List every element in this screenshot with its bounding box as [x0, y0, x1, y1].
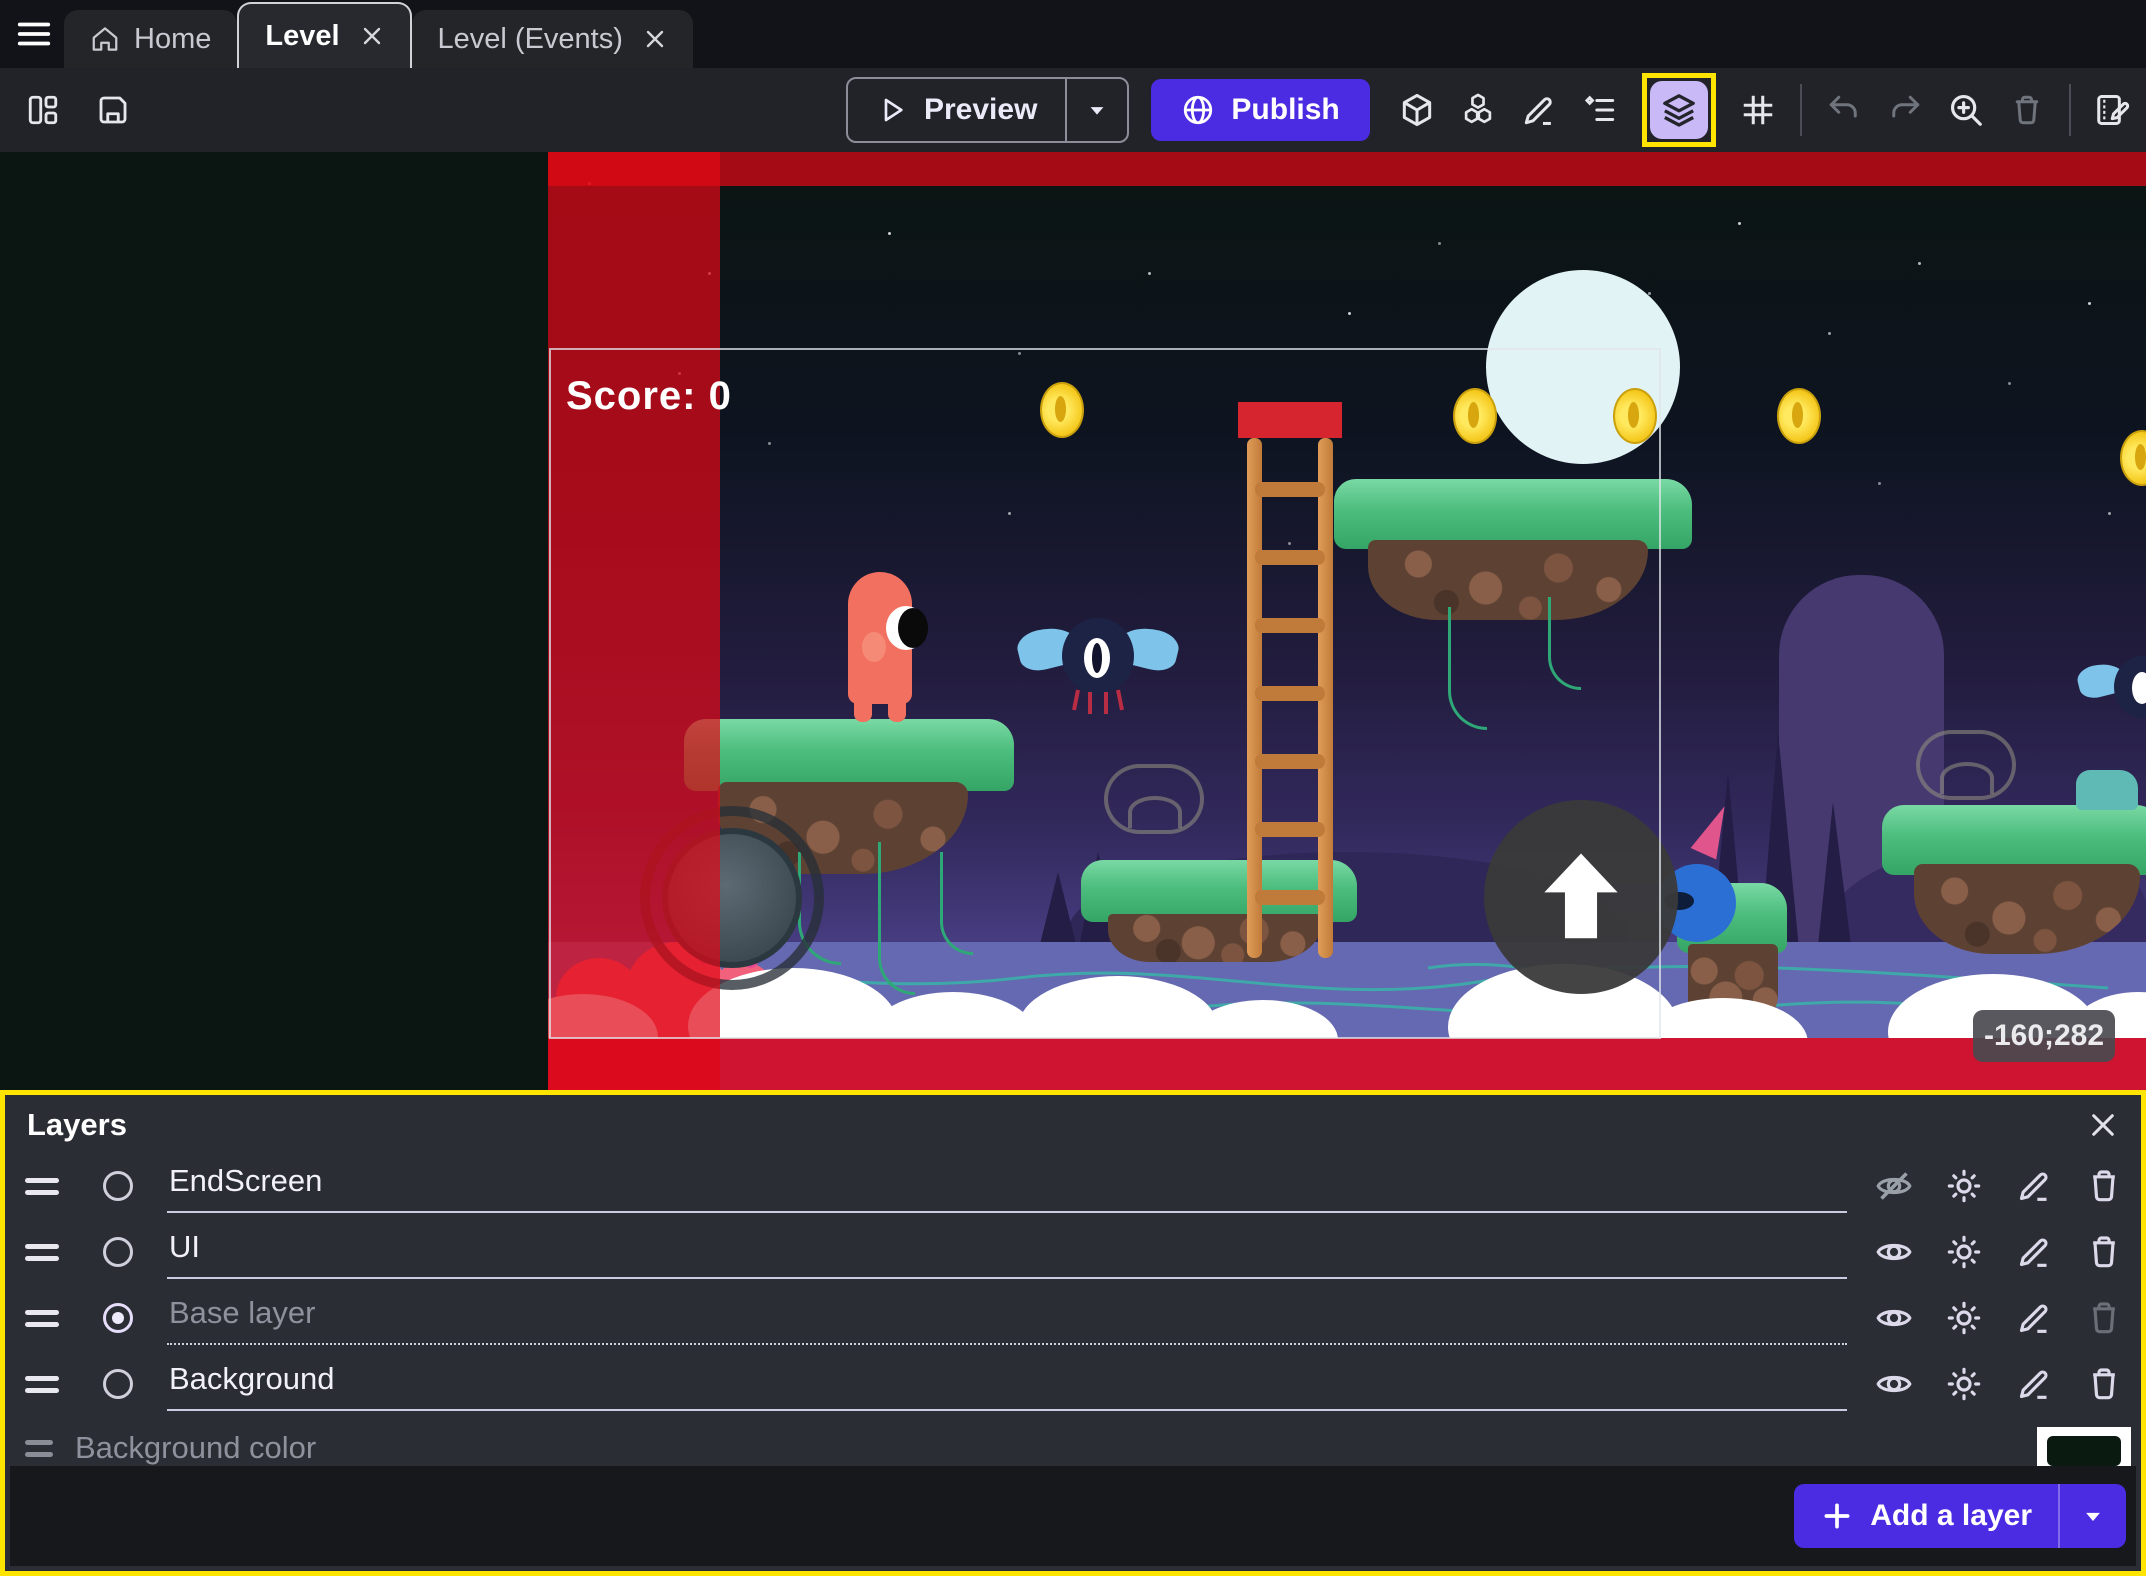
layer-edit-icon[interactable]	[2011, 1295, 2057, 1341]
app-window: Home Level Level (Events)	[0, 0, 2146, 1576]
layer-edit-icon[interactable]	[2011, 1163, 2057, 1209]
layer-lighting-icon[interactable]	[1941, 1229, 1987, 1275]
layer-delete-icon[interactable]	[2081, 1229, 2127, 1275]
layer-lighting-icon[interactable]	[1941, 1295, 1987, 1341]
tab-home[interactable]: Home	[64, 10, 237, 68]
toolbar-divider	[2069, 84, 2071, 136]
add-layer-button-label: Add a layer	[1870, 1499, 2032, 1533]
edit-scene-events-icon[interactable]	[2094, 91, 2132, 129]
layer-row-base-layer: Base layer	[5, 1285, 2141, 1351]
undo-icon[interactable]	[1825, 91, 1863, 129]
grid-icon[interactable]	[1739, 91, 1777, 129]
preview-dropdown-button[interactable]	[1067, 96, 1127, 124]
tab-level-label: Level	[265, 20, 339, 53]
preview-button-label: Preview	[924, 93, 1037, 127]
bat-enemy-sprite[interactable]	[2078, 652, 2146, 742]
properties-pencil-icon[interactable]	[1520, 91, 1558, 129]
layers-panel-highlight-box	[1642, 73, 1716, 147]
layer-select-radio[interactable]	[103, 1369, 133, 1399]
delete-icon[interactable]	[2008, 91, 2046, 129]
layer-select-radio-selected[interactable]	[103, 1303, 133, 1333]
lava-strip-bottom[interactable]	[548, 1038, 2146, 1090]
editor-toolbar: Preview Publish	[0, 68, 2146, 152]
layer-visibility-icon[interactable]	[1871, 1361, 1917, 1407]
layers-panel-footer: Add a layer	[10, 1466, 2136, 1566]
tab-level-events-close-icon[interactable]	[643, 27, 667, 51]
coin-sprite[interactable]	[2120, 430, 2146, 486]
layer-edit-icon[interactable]	[2011, 1229, 2057, 1275]
teal-rocks	[2076, 770, 2138, 810]
layer-name-field[interactable]: EndScreen	[167, 1159, 1847, 1213]
home-icon	[90, 24, 120, 54]
layer-name-field[interactable]: Background	[167, 1357, 1847, 1411]
layers-panel-close-icon[interactable]	[2087, 1109, 2119, 1141]
cursor-coordinates-badge: -160;282	[1973, 1010, 2115, 1062]
layer-delete-icon[interactable]	[2081, 1163, 2127, 1209]
objects-panel-icon[interactable]	[1398, 91, 1436, 129]
coin-sprite[interactable]	[1777, 388, 1821, 444]
layer-drag-handle[interactable]	[25, 1376, 59, 1393]
tab-level-events[interactable]: Level (Events)	[412, 10, 693, 68]
preview-button[interactable]: Preview	[846, 77, 1129, 143]
layer-drag-handle[interactable]	[25, 1244, 59, 1261]
publish-button-label: Publish	[1231, 93, 1339, 127]
layer-edit-icon[interactable]	[2011, 1361, 2057, 1407]
layer-lighting-icon[interactable]	[1941, 1163, 1987, 1209]
add-layer-button[interactable]: Add a layer	[1794, 1484, 2126, 1548]
plus-icon	[1820, 1499, 1854, 1533]
background-color-label: Background color	[75, 1430, 316, 1466]
layer-drag-handle[interactable]	[25, 1178, 59, 1195]
layer-name-field[interactable]: Base layer	[167, 1291, 1847, 1345]
layer-delete-icon[interactable]	[2081, 1361, 2127, 1407]
scene-canvas[interactable]: Score: 0 -160;282	[0, 152, 2146, 1090]
toggle-panels-icon[interactable]	[24, 91, 62, 129]
redo-icon[interactable]	[1886, 91, 1924, 129]
hamburger-menu-button[interactable]	[12, 14, 56, 54]
eye-decoration[interactable]	[1916, 730, 2016, 800]
editor-void-area	[0, 152, 548, 1090]
background-color-drag-handle	[25, 1440, 53, 1457]
layer-drag-handle[interactable]	[25, 1310, 59, 1327]
layer-lighting-icon[interactable]	[1941, 1361, 1987, 1407]
toolbar-divider	[1800, 84, 1802, 136]
tab-level[interactable]: Level	[237, 2, 411, 68]
layer-delete-icon-disabled	[2081, 1295, 2127, 1341]
instances-list-icon[interactable]	[1459, 91, 1497, 129]
instances-options-icon[interactable]	[1581, 91, 1619, 129]
layer-row-background: Background	[5, 1351, 2141, 1417]
layer-select-radio[interactable]	[103, 1237, 133, 1267]
layers-panel-icon[interactable]	[1650, 81, 1708, 139]
tab-bar: Home Level Level (Events)	[0, 0, 2146, 68]
layer-select-radio[interactable]	[103, 1171, 133, 1201]
layer-row-endscreen: EndScreen	[5, 1153, 2141, 1219]
tab-level-close-icon[interactable]	[360, 24, 384, 48]
layer-visibility-icon[interactable]	[1871, 1229, 1917, 1275]
layer-visibility-off-icon[interactable]	[1871, 1163, 1917, 1209]
save-icon[interactable]	[94, 91, 132, 129]
out-of-bounds-overlay-top	[548, 152, 2146, 186]
tab-level-events-label: Level (Events)	[438, 23, 623, 56]
play-icon	[876, 94, 908, 126]
layer-visibility-icon[interactable]	[1871, 1295, 1917, 1341]
publish-button[interactable]: Publish	[1151, 79, 1369, 141]
zoom-in-icon[interactable]	[1947, 91, 1985, 129]
tab-home-label: Home	[134, 23, 211, 56]
layer-name-field[interactable]: UI	[167, 1225, 1847, 1279]
globe-icon	[1181, 93, 1215, 127]
game-scene[interactable]: Score: 0 -160;282	[548, 152, 2146, 1090]
add-layer-dropdown-button[interactable]	[2060, 1501, 2126, 1531]
layers-panel-header: Layers	[5, 1095, 2141, 1153]
layers-panel: Layers EndScreen	[0, 1090, 2146, 1576]
score-label: Score: 0	[566, 374, 732, 419]
layers-panel-title: Layers	[27, 1107, 127, 1143]
layer-row-ui: UI	[5, 1219, 2141, 1285]
camera-frame-outline	[549, 348, 1661, 1039]
